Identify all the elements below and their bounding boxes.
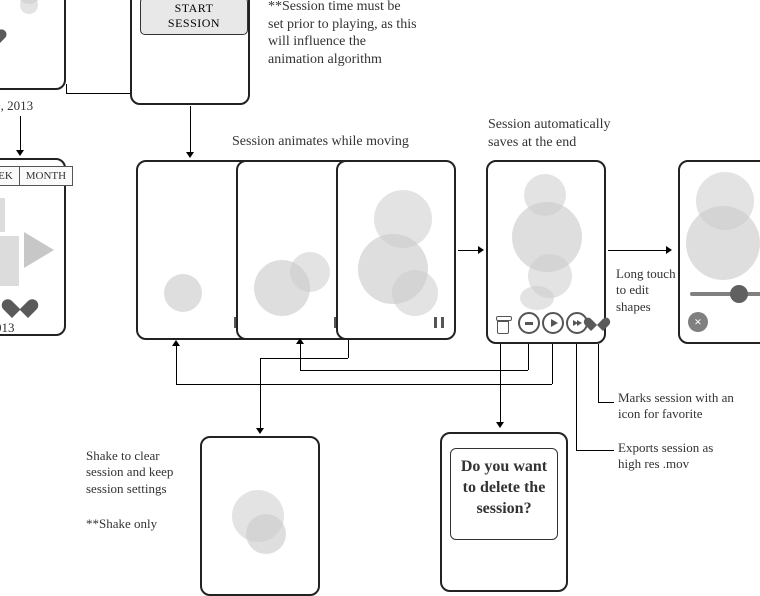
blob-shape [20,0,38,14]
arrow-segment [260,358,348,359]
session-frame-3 [336,160,456,340]
play-icon[interactable] [542,312,564,334]
shape-slider[interactable] [690,292,760,296]
arrow-segment [458,250,478,251]
arrow-segment [348,340,349,358]
arrowhead-icon [16,150,24,156]
arrow-segment [576,450,614,451]
trash-icon[interactable] [496,316,510,332]
edit-shapes-panel: × [678,160,760,344]
arrow-segment [66,93,130,94]
tab-week[interactable]: WEEK [0,166,20,186]
blob-shape [164,274,202,312]
arrowhead-icon [186,152,194,158]
note-shake: Shake to clear session and keep session … [86,448,196,497]
blob-shape [392,270,438,316]
arrowhead-icon [666,246,672,254]
wireflow-diagram: - 19, 2013 WEEK MONTH , 2013 30 START SE… [0,0,760,534]
arrowhead-icon [478,246,484,254]
partial-panel-top-left [0,0,66,90]
tab-month[interactable]: MONTH [20,166,73,186]
dialog-title: Do you want to delete the session? [457,457,551,519]
thumbnail-placeholder [0,236,19,286]
saved-session-panel [486,160,606,344]
note-export: Exports session as high res .mov [618,440,738,473]
arrow-segment [300,370,528,371]
pause-icon[interactable] [434,317,444,328]
dialog-box: Do you want to delete the session? [450,448,558,540]
arrow-segment [190,106,191,154]
note-autosave: Session automatically saves at the end [488,116,638,151]
arrow-segment [176,346,177,384]
thumbnail-placeholder [0,198,5,232]
arrowhead-icon [172,340,180,346]
start-session-button[interactable]: START SESSION [140,0,248,35]
stop-icon[interactable] [518,312,540,334]
close-icon[interactable]: × [688,312,708,332]
note-session-time: **Session time must be set prior to play… [268,0,418,68]
note-long-touch: Long touch to edit shapes [616,266,686,315]
arrow-segment [176,384,552,385]
date-text: , 2013 [0,320,15,336]
arrow-segment [598,344,599,402]
date-range-text: - 19, 2013 [0,98,33,114]
arrow-segment [20,116,21,152]
blob-shape [290,252,330,292]
arrow-segment [576,344,577,450]
arrowhead-icon [496,422,504,428]
note-favorite: Marks session with an icon for favorite [618,390,738,423]
note-shake-only: **Shake only [86,516,196,532]
arrow-segment [300,344,301,370]
note-animates: Session animates while moving [232,133,409,151]
arrowhead-icon [296,338,304,344]
arrow-segment [500,344,501,424]
time-tabs: WEEK MONTH [0,166,73,186]
arrow-segment [528,344,529,370]
arrow-segment [608,250,668,251]
heart-icon [10,300,28,316]
partial-panel-left-2: WEEK MONTH [0,158,66,336]
arrow-segment [598,402,614,403]
arrow-segment [66,84,67,94]
arrow-segment [552,344,553,384]
heart-icon[interactable] [589,318,604,332]
delete-dialog-panel: Do you want to delete the session? [440,432,568,592]
slider-thumb[interactable] [730,285,748,303]
timer-panel: 30 START SESSION [130,0,250,105]
blob-shape [520,286,554,310]
arrowhead-icon [256,428,264,434]
blob-shape [246,514,286,554]
arrow-segment [260,358,261,430]
big-arrow-icon [24,232,54,268]
shake-panel [200,436,320,596]
blob-shape [686,206,760,280]
